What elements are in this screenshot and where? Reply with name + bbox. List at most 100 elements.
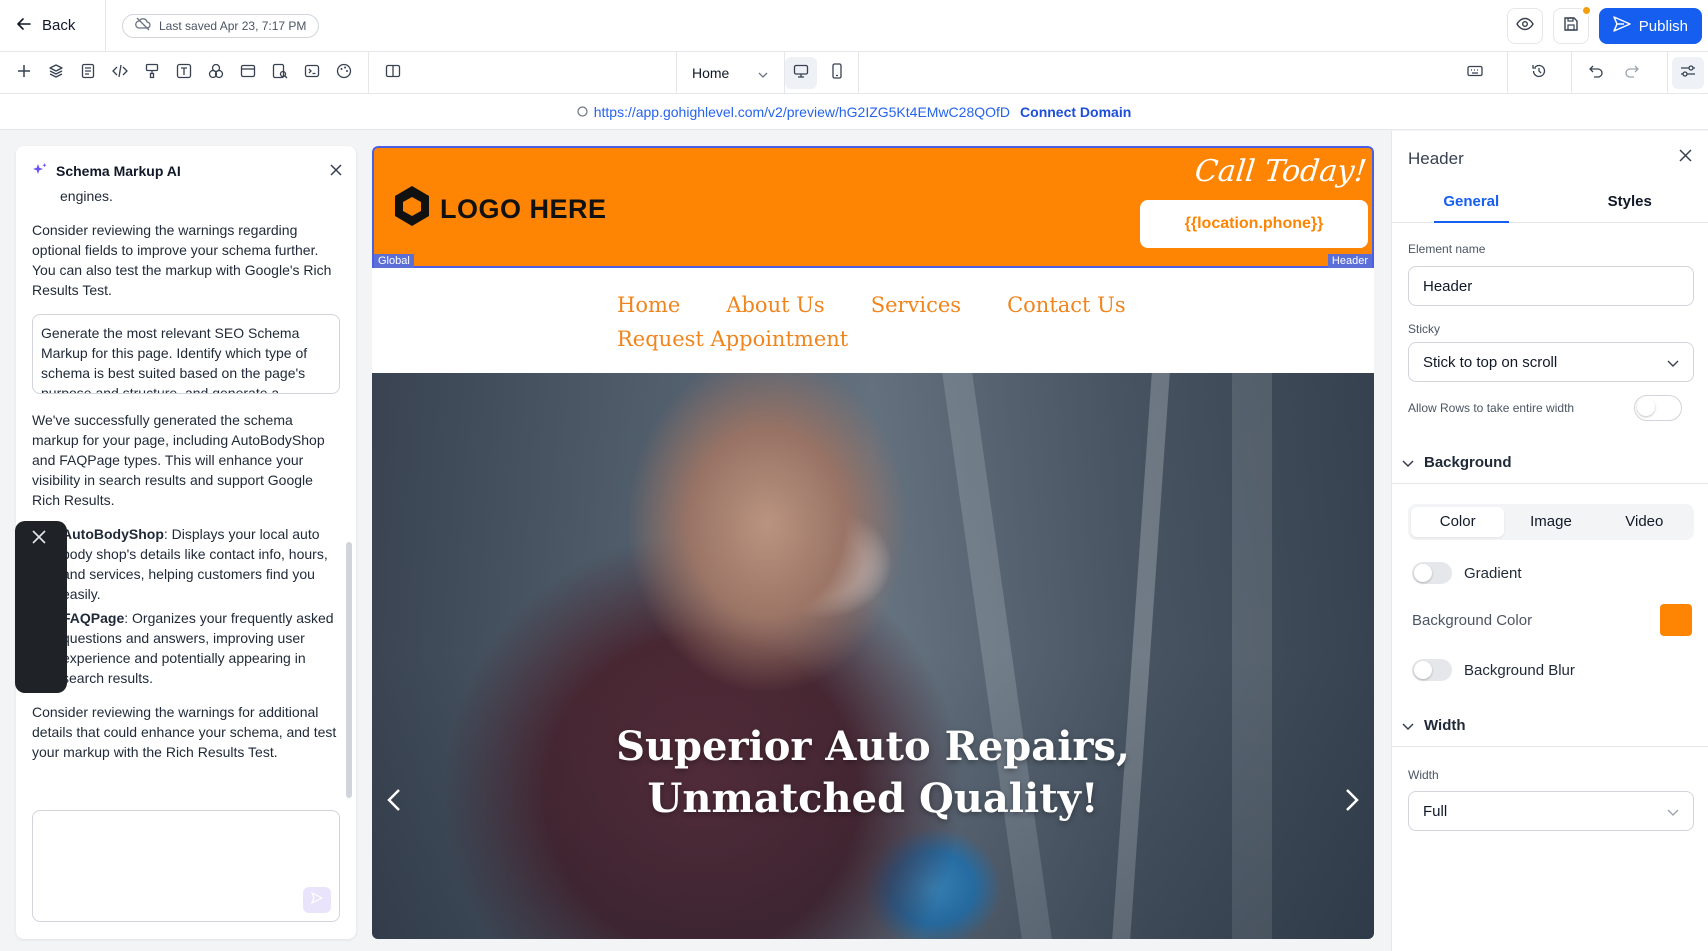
- hexagon-logo-icon: [392, 184, 432, 235]
- form-search-icon: [272, 63, 288, 84]
- allow-rows-toggle[interactable]: [1634, 395, 1682, 421]
- element-name-input[interactable]: Header: [1408, 266, 1694, 306]
- background-color-row: Background Color: [1412, 604, 1692, 636]
- close-icon[interactable]: [1679, 149, 1692, 167]
- settings-tabs: General Styles: [1392, 181, 1708, 223]
- bg-tab-color[interactable]: Color: [1411, 507, 1505, 537]
- desktop-view-button[interactable]: [785, 57, 817, 89]
- pages-button[interactable]: [72, 57, 104, 89]
- brush-button[interactable]: [136, 57, 168, 89]
- history-icon: [1531, 63, 1547, 84]
- connect-domain-link[interactable]: Connect Domain: [1020, 104, 1131, 120]
- unsaved-indicator: [1580, 5, 1592, 16]
- floating-dark-panel: [15, 521, 67, 693]
- gradient-row: Gradient: [1412, 562, 1692, 584]
- code-button[interactable]: [104, 57, 136, 89]
- nav-link-services[interactable]: Services: [871, 288, 961, 322]
- theme-button[interactable]: [328, 57, 360, 89]
- nav-link-home[interactable]: Home: [617, 288, 680, 322]
- allow-rows-label: Allow Rows to take entire width: [1408, 401, 1575, 415]
- shapes-icon: [208, 63, 224, 84]
- save-button[interactable]: [1552, 5, 1592, 44]
- slider-next-button[interactable]: [1340, 787, 1364, 817]
- bg-tab-image[interactable]: Image: [1504, 507, 1597, 537]
- toolbar-divider: [858, 52, 859, 94]
- gradient-label: Gradient: [1464, 564, 1522, 582]
- page-canvas: LOGO HERE Call Today! {{location.phone}}…: [372, 146, 1374, 939]
- user-prompt-bubble: Generate the most relevant SEO Schema Ma…: [32, 314, 340, 394]
- background-section-title: Background: [1424, 454, 1512, 471]
- split-view-button[interactable]: [377, 57, 409, 89]
- background-blur-label: Background Blur: [1464, 661, 1575, 679]
- code-icon: [112, 64, 128, 83]
- schema-markup-ai-panel: Schema Markup AI engines. Consider revie…: [16, 146, 356, 939]
- send-button[interactable]: [303, 887, 331, 913]
- hero-image-overlay: [372, 373, 1374, 939]
- tab-styles[interactable]: Styles: [1551, 181, 1708, 222]
- background-blur-toggle[interactable]: [1412, 659, 1452, 681]
- preview-button[interactable]: [1506, 8, 1543, 44]
- sticky-label: Sticky: [1408, 322, 1441, 336]
- sticky-select[interactable]: Stick to top on scroll: [1408, 342, 1694, 382]
- background-section-header[interactable]: Background: [1392, 442, 1708, 484]
- chevron-down-icon: [1402, 717, 1414, 734]
- paint-brush-icon: [145, 63, 159, 84]
- mobile-icon: [832, 62, 842, 84]
- bg-tab-video[interactable]: Video: [1598, 507, 1691, 537]
- ai-message: Consider reviewing the warnings regardin…: [32, 222, 332, 298]
- width-section-header[interactable]: Width: [1392, 705, 1708, 747]
- ai-chat-input[interactable]: [32, 810, 340, 922]
- toolbar-divider: [1667, 52, 1668, 94]
- undo-icon: [1588, 64, 1604, 83]
- background-type-tabs: Color Image Video: [1408, 504, 1694, 540]
- close-icon[interactable]: [31, 529, 47, 550]
- toolbar-divider: [1507, 52, 1508, 94]
- keyboard-shortcuts-button[interactable]: [1459, 57, 1491, 89]
- sticky-value: Stick to top on scroll: [1423, 353, 1558, 371]
- slider-prev-button[interactable]: [382, 787, 406, 817]
- nav-link-request-appointment[interactable]: Request Appointment: [617, 322, 848, 356]
- preview-url-link[interactable]: https://app.gohighlevel.com/v2/preview/h…: [577, 104, 1010, 120]
- chevron-right-icon: [1345, 788, 1359, 817]
- ai-message-fragment: engines.: [60, 188, 113, 204]
- gradient-toggle[interactable]: [1412, 562, 1452, 584]
- site-logo: LOGO HERE: [392, 184, 607, 235]
- scrollbar[interactable]: [346, 542, 352, 798]
- settings-panel-toggle[interactable]: [1672, 57, 1704, 89]
- close-icon[interactable]: [330, 163, 342, 179]
- palette-icon: [336, 63, 352, 84]
- publish-label: Publish: [1638, 17, 1688, 35]
- nav-link-contact[interactable]: Contact Us: [1007, 288, 1126, 322]
- shapes-button[interactable]: [200, 57, 232, 89]
- redo-icon: [1624, 64, 1640, 83]
- background-color-swatch[interactable]: [1660, 604, 1692, 636]
- sections-button[interactable]: [232, 57, 264, 89]
- last-saved-text: Last saved Apr 23, 7:17 PM: [159, 18, 307, 33]
- phone-button[interactable]: {{location.phone}}: [1140, 200, 1368, 248]
- publish-button[interactable]: Publish: [1598, 8, 1702, 44]
- columns-icon: [385, 64, 401, 83]
- page-select[interactable]: Home: [676, 52, 784, 94]
- nav-link-about[interactable]: About Us: [726, 288, 824, 322]
- layers-icon: [48, 63, 64, 84]
- width-select[interactable]: Full: [1408, 791, 1694, 831]
- undo-button[interactable]: [1580, 57, 1612, 89]
- typography-button[interactable]: [168, 57, 200, 89]
- terminal-icon: [304, 64, 320, 83]
- layers-button[interactable]: [40, 57, 72, 89]
- redo-button[interactable]: [1616, 57, 1648, 89]
- tab-general[interactable]: General: [1392, 181, 1551, 223]
- mobile-view-button[interactable]: [821, 57, 853, 89]
- user-prompt-text: Generate the most relevant SEO Schema Ma…: [41, 325, 308, 394]
- page-icon: [81, 63, 95, 84]
- history-button[interactable]: [1523, 57, 1555, 89]
- editor-toolbar: Home: [0, 52, 1708, 94]
- add-element-button[interactable]: [8, 57, 40, 89]
- terminal-button[interactable]: [296, 57, 328, 89]
- forms-button[interactable]: [264, 57, 296, 89]
- site-header-section[interactable]: LOGO HERE Call Today! {{location.phone}}…: [372, 146, 1374, 268]
- width-value: Full: [1423, 802, 1448, 820]
- ai-message: Consider reviewing the warnings for addi…: [32, 704, 337, 760]
- back-button[interactable]: Back: [0, 0, 106, 52]
- call-today-text: Call Today!: [1192, 154, 1368, 189]
